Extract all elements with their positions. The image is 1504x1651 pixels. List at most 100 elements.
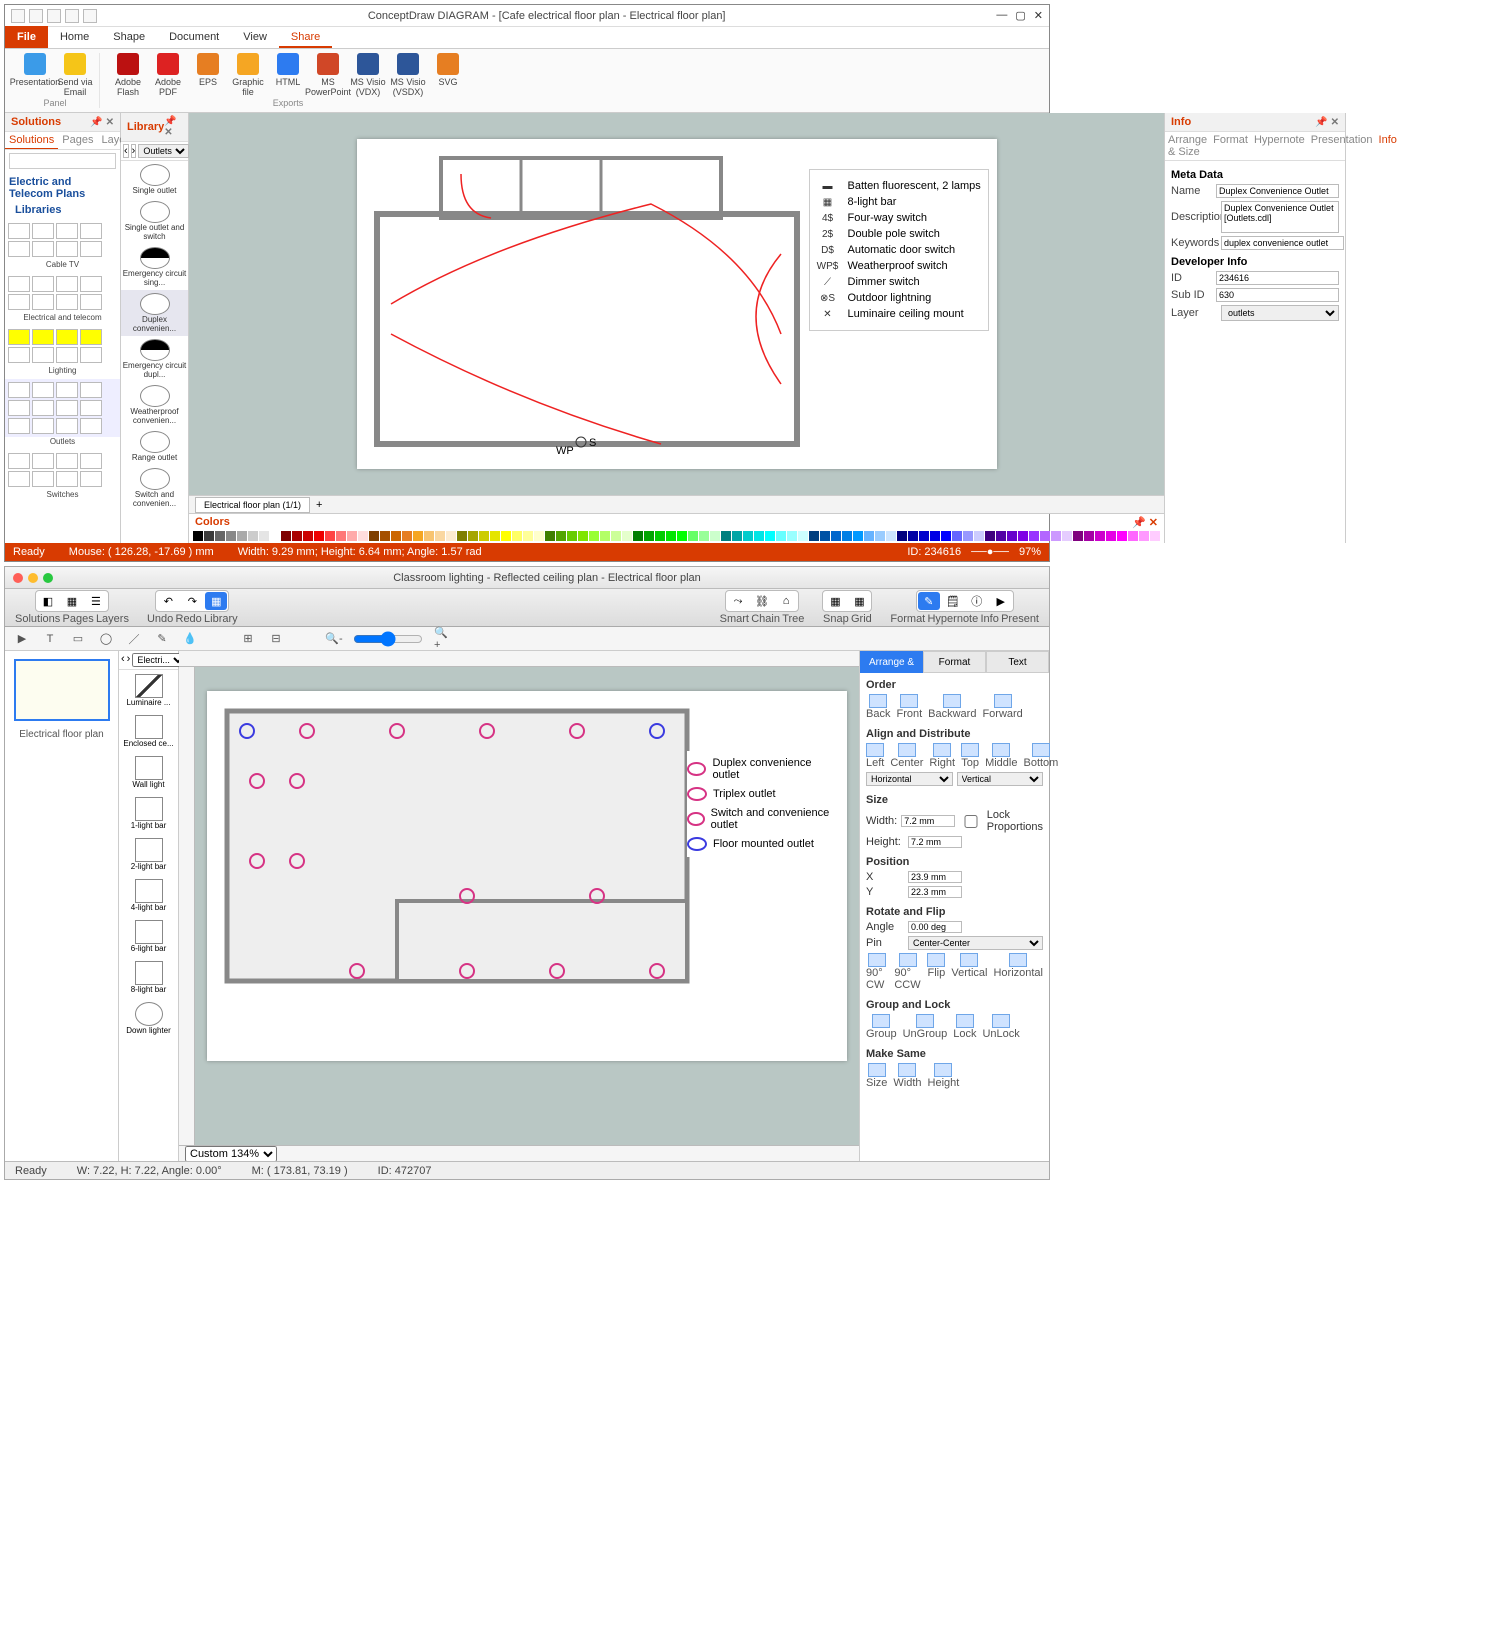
color-swatch[interactable] bbox=[589, 531, 599, 541]
info-tab-arrange[interactable]: Arrange & Size bbox=[1165, 132, 1210, 160]
color-swatch[interactable] bbox=[842, 531, 852, 541]
distribute-tool[interactable]: ⊟ bbox=[267, 630, 285, 648]
library-item[interactable]: Down lighter bbox=[119, 998, 178, 1039]
order-backward-button[interactable]: Backward bbox=[928, 694, 976, 720]
color-swatch[interactable] bbox=[226, 531, 236, 541]
export-flash-button[interactable]: Adobe Flash bbox=[110, 53, 146, 97]
color-swatch[interactable] bbox=[391, 531, 401, 541]
export-svg-button[interactable]: SVG bbox=[430, 53, 466, 97]
info-tab-presentation[interactable]: Presentation bbox=[1308, 132, 1376, 160]
color-swatch[interactable] bbox=[578, 531, 588, 541]
tab-file[interactable]: File bbox=[5, 26, 48, 48]
zoom-in-button[interactable]: 🔍+ bbox=[433, 630, 451, 648]
color-swatch[interactable] bbox=[1051, 531, 1061, 541]
align-left-button[interactable]: Left bbox=[866, 743, 884, 769]
color-swatch[interactable] bbox=[1018, 531, 1028, 541]
description-field[interactable]: Duplex Convenience Outlet [Outlets.cdl] bbox=[1221, 201, 1339, 233]
library-item[interactable]: 4-light bar bbox=[119, 875, 178, 916]
export-eps-button[interactable]: EPS bbox=[190, 53, 226, 97]
color-swatch[interactable] bbox=[1073, 531, 1083, 541]
undo-button[interactable]: ↶ bbox=[157, 592, 179, 610]
qat-undo-icon[interactable] bbox=[29, 9, 43, 23]
library-dropdown[interactable]: Outlets bbox=[138, 144, 189, 158]
tab-text[interactable]: Text bbox=[986, 651, 1049, 673]
color-swatch[interactable] bbox=[611, 531, 621, 541]
zoom-select[interactable]: Custom 134% bbox=[185, 1146, 277, 1162]
distribute-vertical-select[interactable]: Vertical bbox=[957, 772, 1044, 786]
same-width-button[interactable]: Width bbox=[893, 1063, 921, 1089]
color-swatch[interactable] bbox=[743, 531, 753, 541]
color-swatch[interactable] bbox=[721, 531, 731, 541]
pin-select[interactable]: Center-Center bbox=[908, 936, 1043, 950]
library-item[interactable]: Weatherproof convenien... bbox=[121, 382, 188, 428]
color-swatch[interactable] bbox=[336, 531, 346, 541]
drawing-page[interactable]: S WP ▬Batten fluorescent, 2 lamps ▦8-lig… bbox=[357, 139, 997, 469]
color-swatch[interactable] bbox=[501, 531, 511, 541]
color-swatch[interactable] bbox=[897, 531, 907, 541]
send-email-button[interactable]: Send via Email bbox=[57, 53, 93, 97]
subid-field[interactable] bbox=[1216, 288, 1339, 302]
zoom-out-button[interactable]: 🔍- bbox=[325, 630, 343, 648]
color-swatch[interactable] bbox=[347, 531, 357, 541]
rotate-ccw-button[interactable]: 90° CCW bbox=[894, 953, 921, 991]
hypernote-toggle[interactable]: 🗒 bbox=[942, 592, 964, 610]
color-swatch[interactable] bbox=[919, 531, 929, 541]
color-swatch[interactable] bbox=[677, 531, 687, 541]
color-swatch[interactable] bbox=[259, 531, 269, 541]
color-swatch[interactable] bbox=[435, 531, 445, 541]
color-swatch[interactable] bbox=[446, 531, 456, 541]
rotate-cw-button[interactable]: 90° CW bbox=[866, 953, 888, 991]
line-tool[interactable]: ／ bbox=[125, 630, 143, 648]
pages-toggle[interactable]: ▦ bbox=[61, 592, 83, 610]
library-toggle[interactable]: ▦ bbox=[205, 592, 227, 610]
color-swatch[interactable] bbox=[952, 531, 962, 541]
solutions-tree-header[interactable]: Electric and Telecom Plans bbox=[9, 176, 116, 200]
color-swatch[interactable] bbox=[479, 531, 489, 541]
color-swatch[interactable] bbox=[237, 531, 247, 541]
rect-tool[interactable]: ▭ bbox=[69, 630, 87, 648]
lib-next-button[interactable]: › bbox=[127, 653, 131, 667]
library-item[interactable]: Luminaire ... bbox=[119, 670, 178, 711]
color-swatch[interactable] bbox=[644, 531, 654, 541]
library-item[interactable]: Single outlet bbox=[121, 161, 188, 198]
export-pdf-button[interactable]: Adobe PDF bbox=[150, 53, 186, 97]
color-swatch[interactable] bbox=[248, 531, 258, 541]
flip-button[interactable]: Flip bbox=[927, 953, 945, 991]
color-swatch[interactable] bbox=[270, 531, 280, 541]
tree-connector[interactable]: ⌂ bbox=[775, 592, 797, 610]
qat-redo-icon[interactable] bbox=[47, 9, 61, 23]
lock-proportions-checkbox[interactable] bbox=[959, 815, 983, 828]
library-item[interactable]: Emergency circuit sing... bbox=[121, 244, 188, 290]
color-swatch[interactable] bbox=[193, 531, 203, 541]
color-swatch[interactable] bbox=[303, 531, 313, 541]
x-field[interactable] bbox=[908, 871, 962, 883]
order-back-button[interactable]: Back bbox=[866, 694, 890, 720]
ungroup-button[interactable]: UnGroup bbox=[903, 1014, 948, 1040]
color-swatch[interactable] bbox=[699, 531, 709, 541]
library-group-lighting[interactable] bbox=[5, 326, 120, 366]
color-swatch[interactable] bbox=[1128, 531, 1138, 541]
color-swatch[interactable] bbox=[941, 531, 951, 541]
solutions-search-input[interactable] bbox=[9, 153, 116, 169]
tab-home[interactable]: Home bbox=[48, 26, 101, 48]
color-swatch[interactable] bbox=[1106, 531, 1116, 541]
color-swatch[interactable] bbox=[1095, 531, 1105, 541]
panel-close-icon[interactable]: 📌 ✕ bbox=[1315, 117, 1339, 128]
tab-document[interactable]: Document bbox=[157, 26, 231, 48]
solutions-tab-pages[interactable]: Pages bbox=[58, 132, 97, 149]
solutions-tab-solutions[interactable]: Solutions bbox=[5, 132, 58, 149]
order-forward-button[interactable]: Forward bbox=[982, 694, 1022, 720]
color-swatch[interactable] bbox=[1062, 531, 1072, 541]
panel-close-icon[interactable]: 📌 ✕ bbox=[90, 117, 114, 128]
flip-vertical-button[interactable]: Vertical bbox=[951, 953, 987, 991]
info-tab-format[interactable]: Format bbox=[1210, 132, 1251, 160]
library-item[interactable]: 2-light bar bbox=[119, 834, 178, 875]
library-item[interactable]: 1-light bar bbox=[119, 793, 178, 834]
same-height-button[interactable]: Height bbox=[928, 1063, 960, 1089]
color-swatch[interactable] bbox=[424, 531, 434, 541]
color-swatch[interactable] bbox=[809, 531, 819, 541]
color-swatch[interactable] bbox=[710, 531, 720, 541]
color-swatch[interactable] bbox=[963, 531, 973, 541]
color-swatch[interactable] bbox=[413, 531, 423, 541]
color-swatch[interactable] bbox=[468, 531, 478, 541]
